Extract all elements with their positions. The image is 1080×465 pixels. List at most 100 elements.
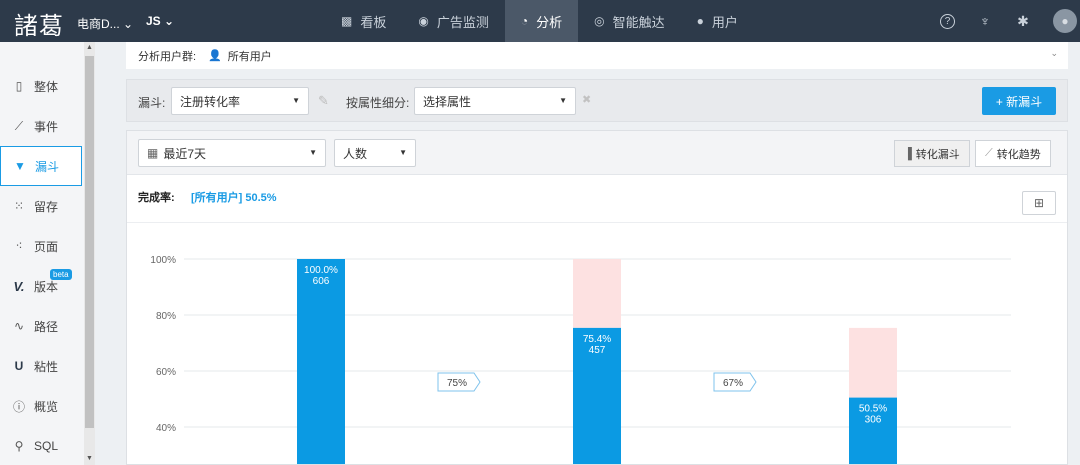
- line-chart-icon: ⟋: [14, 118, 24, 133]
- sidebar-item-pages[interactable]: ⁖ 页面: [0, 226, 82, 266]
- bar-count-label: 606: [313, 276, 330, 287]
- top-navigation-bar: 諸葛 电商D... ⌄ JS ⌄ ▩ 看板 ◉ 广告监测 ◔ 分析 ◎ 智能触达 ● 用户…: [0, 0, 1080, 42]
- new-funnel-button[interactable]: + 新漏斗: [982, 87, 1056, 115]
- sidebar-item-overall[interactable]: ▯ 整体: [0, 66, 82, 106]
- nav-dashboard[interactable]: ▩ 看板: [325, 0, 402, 42]
- sidebar-item-version[interactable]: V. 版本 beta: [0, 266, 82, 306]
- nav-users[interactable]: ● 用户: [681, 0, 754, 42]
- sidebar-scrollbar[interactable]: ▲ ▼: [84, 42, 95, 465]
- scroll-down-arrow-icon[interactable]: ▼: [84, 455, 95, 462]
- funnel-config-bar: 漏斗: 注册转化率 ▼ ✎ 按属性细分: 选择属性 ▼ ✖ + 新漏斗: [126, 79, 1068, 122]
- sidebar-item-label: 漏斗: [35, 159, 60, 174]
- user-group-value: 所有用户: [227, 50, 272, 63]
- bar-percent-label: 75.4%: [583, 334, 611, 345]
- scatter-icon: ⁖: [15, 239, 23, 253]
- ad-monitor-icon: ◉: [418, 14, 429, 28]
- sidebar-item-overview[interactable]: ⓘ 概览: [0, 386, 82, 426]
- grid-icon: ⁙: [13, 199, 25, 213]
- funnel-label: 漏斗:: [138, 96, 166, 110]
- sidebar-item-label: 粘性: [34, 359, 59, 374]
- nav-label: 用户: [711, 14, 738, 30]
- main-nav: ▩ 看板 ◉ 广告监测 ◔ 分析 ◎ 智能触达 ● 用户: [325, 0, 754, 42]
- y-tick-label: 40%: [156, 423, 176, 434]
- bar-percent-label: 100.0%: [304, 265, 338, 276]
- project-selector[interactable]: 电商D... ⌄: [77, 15, 133, 32]
- sidebar-item-label: 版本: [34, 279, 59, 294]
- sidebar-item-stickiness[interactable]: U 粘性: [0, 346, 82, 386]
- funnel-select[interactable]: 注册转化率 ▼: [171, 87, 309, 115]
- sidebar-menu: ▯ 整体 ⟋ 事件 ▼ 漏斗 ⁙ 留存 ⁖ 页面 V. 版本 beta ∿ 路径 U 粘性 ⓘ 概览…: [0, 66, 82, 465]
- sidebar-item-events[interactable]: ⟋ 事件: [0, 106, 82, 146]
- user-icon: ●: [696, 14, 704, 28]
- funnel-select-value: 注册转化率: [180, 94, 241, 109]
- nav-smart-reach[interactable]: ◎ 智能触达: [578, 0, 681, 42]
- platform-name: JS: [146, 14, 161, 28]
- dropoff-bar: [573, 259, 621, 328]
- chevron-down-icon: ⌄: [164, 14, 175, 28]
- sidebar-item-label: 整体: [34, 79, 59, 94]
- info-icon: ⓘ: [12, 399, 25, 414]
- path-icon: ∿: [13, 319, 25, 333]
- sidebar-item-label: 概览: [34, 399, 59, 414]
- chevron-down-icon: ⌄: [123, 17, 134, 31]
- dropdown-arrow-icon: ▼: [292, 96, 300, 105]
- attribute-select[interactable]: 选择属性 ▼: [414, 87, 576, 115]
- nav-label: 智能触达: [612, 14, 665, 30]
- zhuge-logo[interactable]: 諸葛: [14, 6, 64, 41]
- attribute-placeholder: 选择属性: [423, 94, 472, 109]
- sidebar: ▯ 整体 ⟋ 事件 ▼ 漏斗 ⁙ 留存 ⁖ 页面 V. 版本 beta ∿ 路径 U 粘性 ⓘ 概览…: [0, 42, 95, 465]
- y-tick-label: 100%: [150, 255, 176, 266]
- conversion-rate-label: 75%: [447, 378, 467, 389]
- plugin-icon[interactable]: ♆: [977, 13, 993, 29]
- scroll-up-arrow-icon[interactable]: ▲: [84, 44, 95, 51]
- bug-icon[interactable]: ✱: [1015, 13, 1031, 30]
- nav-ad-monitor[interactable]: ◉ 广告监测: [402, 0, 505, 42]
- phone-icon: ▯: [15, 79, 23, 93]
- chevron-down-icon[interactable]: ⌄: [1050, 48, 1058, 59]
- bar-percent-label: 50.5%: [859, 404, 887, 415]
- user-group-label: 分析用户群:: [138, 50, 197, 63]
- attribute-label: 按属性细分:: [346, 96, 410, 110]
- sidebar-item-label: 留存: [34, 199, 59, 214]
- smart-reach-icon: ◎: [594, 14, 605, 28]
- dropoff-bar: [849, 327, 897, 398]
- magnet-icon: U: [14, 359, 24, 373]
- scroll-thumb[interactable]: [85, 56, 94, 428]
- project-name: 电商D...: [77, 17, 120, 31]
- dashboard-icon: ▩: [341, 14, 353, 28]
- sidebar-item-path[interactable]: ∿ 路径: [0, 306, 82, 346]
- funnel-icon: ▼: [14, 159, 26, 173]
- analysis-icon: ◔: [520, 14, 529, 28]
- beta-badge: beta: [50, 269, 72, 280]
- bar-count-label: 457: [589, 345, 606, 356]
- y-tick-label: 80%: [156, 311, 176, 322]
- nav-analysis[interactable]: ◔ 分析: [504, 0, 579, 42]
- version-icon: V.: [13, 278, 25, 294]
- header-tools: ? ♆ ✱ ●: [940, 0, 1080, 42]
- person-icon: ●: [1061, 14, 1069, 28]
- y-tick-label: 60%: [156, 367, 176, 378]
- nav-label: 看板: [360, 14, 387, 30]
- edit-icon[interactable]: ✎: [318, 93, 329, 109]
- dropdown-arrow-icon: ▼: [559, 96, 567, 105]
- sidebar-item-funnel[interactable]: ▼ 漏斗: [0, 146, 82, 186]
- avatar[interactable]: ●: [1053, 9, 1077, 33]
- clear-icon[interactable]: ✖: [582, 93, 591, 106]
- funnel-panel: ▦ 最近7天 ▼ 人数 ▼ ▐ 转化漏斗 ⟋ 转化趋势 完成率: [所有用户] 50.5%…: [126, 130, 1068, 465]
- nav-label: 广告监测: [436, 14, 489, 30]
- sidebar-item-label: 事件: [34, 119, 59, 134]
- sidebar-item-label: 路径: [34, 319, 59, 334]
- nav-label: 分析: [536, 14, 563, 30]
- sidebar-item-sql[interactable]: ⚲ SQL: [0, 426, 82, 465]
- user-group-bar[interactable]: 分析用户群: 👤 所有用户 ⌄: [126, 42, 1068, 69]
- platform-selector[interactable]: JS ⌄: [146, 14, 174, 28]
- funnel-chart: 100% 80% 60% 40% 100.0%606 75.4%457 50.5%306 75…: [150, 255, 1011, 464]
- sidebar-item-label: 页面: [34, 239, 59, 254]
- help-icon[interactable]: ?: [940, 13, 955, 29]
- sidebar-item-label: SQL: [34, 439, 59, 453]
- bar-count-label: 306: [865, 415, 882, 426]
- sidebar-item-retention[interactable]: ⁙ 留存: [0, 186, 82, 226]
- funnel-bar: [297, 259, 345, 464]
- user-group-icon: 👤: [208, 50, 222, 62]
- conversion-rate-label: 67%: [723, 378, 743, 389]
